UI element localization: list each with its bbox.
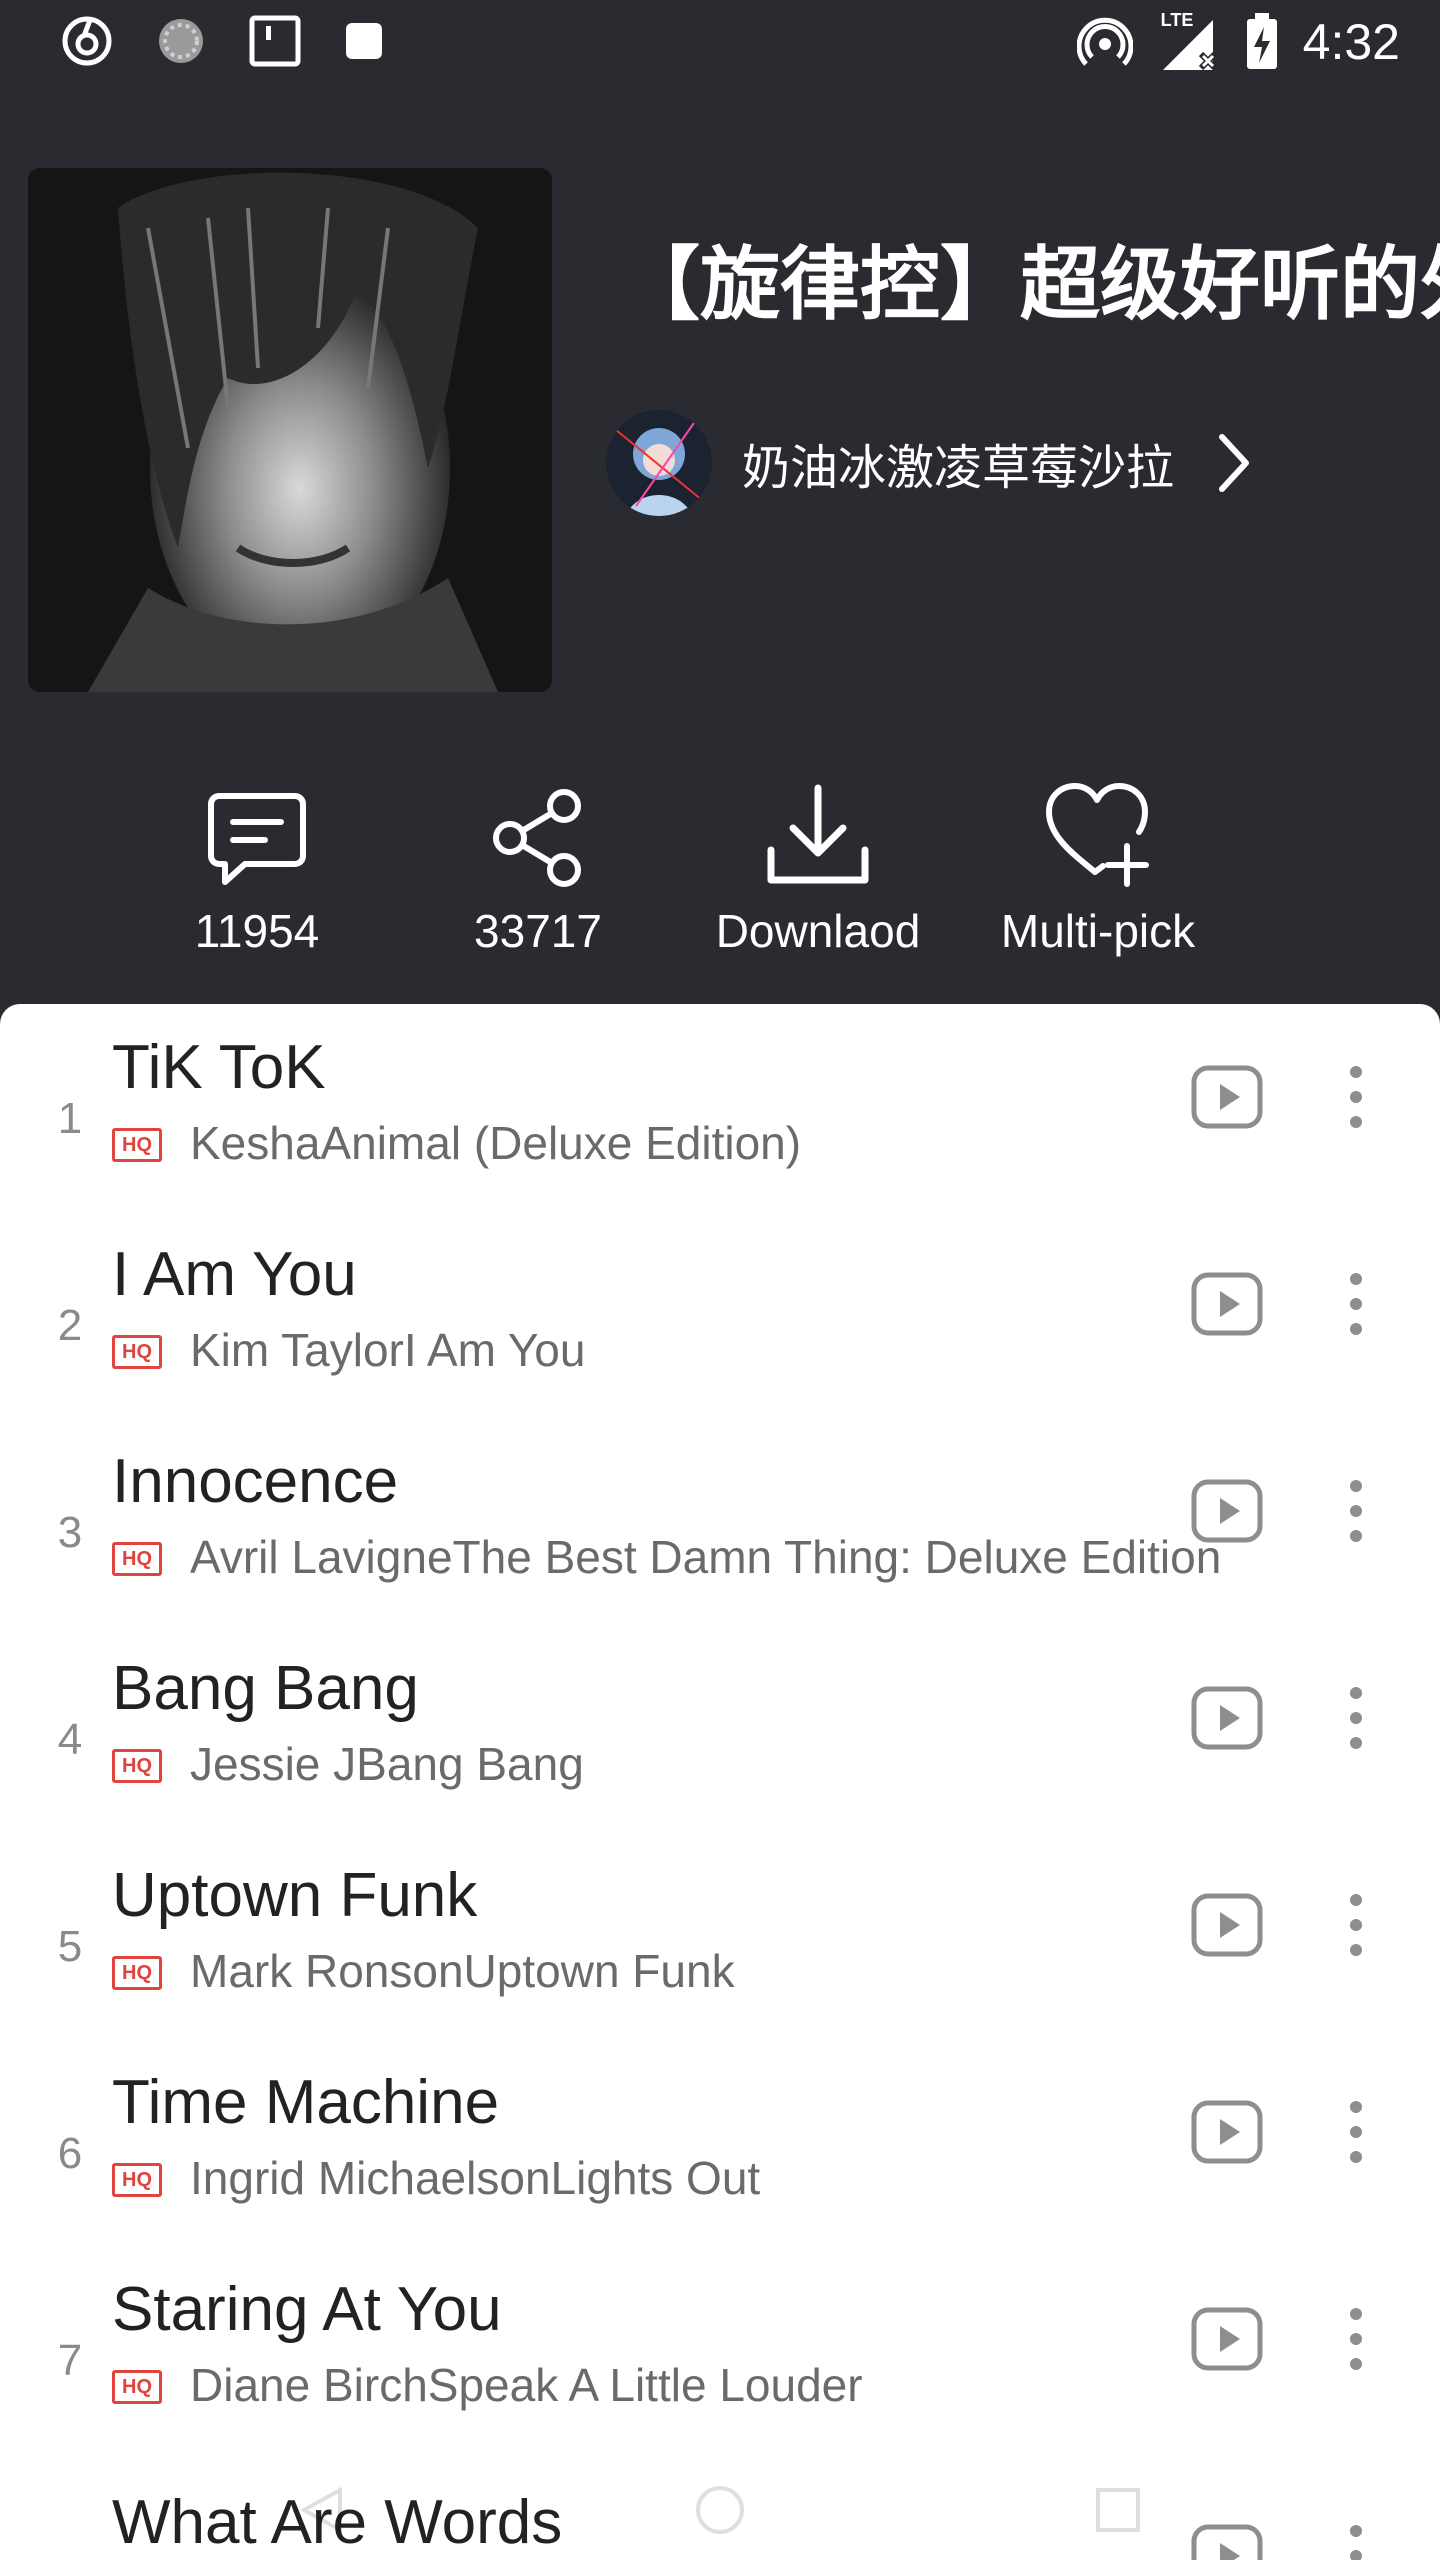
song-row[interactable]: 7 Staring At You HQ Diane BirchSpeak A L… [0, 2246, 1440, 2453]
comment-button[interactable]: 11954 [127, 760, 387, 958]
song-row[interactable]: 6 Time Machine HQ Ingrid MichaelsonLight… [0, 2039, 1440, 2246]
playlist-header: 【旋律控】超级好听的外 奶油冰激凌草莓沙拉 11954 33717 Downla… [0, 90, 1440, 1004]
song-title: Innocence [112, 1447, 399, 1516]
hq-badge: HQ [112, 1542, 162, 1576]
more-options-icon[interactable] [1330, 1685, 1382, 1751]
song-index: 5 [57, 1922, 83, 1971]
song-title: I Am You [112, 1240, 357, 1309]
song-row[interactable]: What Are Words [0, 2453, 1440, 2560]
song-row[interactable]: 5 Uptown Funk HQ Mark RonsonUptown Funk [0, 1832, 1440, 2039]
play-video-icon[interactable] [1190, 1271, 1264, 1337]
song-subtitle: Mark RonsonUptown Funk [190, 1945, 735, 1997]
hotspot-icon [1076, 17, 1133, 66]
play-video-icon[interactable] [1190, 1892, 1264, 1958]
song-index: 4 [57, 1715, 83, 1764]
download-label: Downlaod [715, 905, 921, 957]
netease-music-icon [62, 16, 112, 66]
sd-card-icon [249, 15, 301, 67]
song-row[interactable]: 4 Bang Bang HQ Jessie JBang Bang [0, 1625, 1440, 1832]
heart-plus-icon [1046, 783, 1149, 887]
hq-badge: HQ [112, 2163, 162, 2197]
song-index: 6 [57, 2129, 83, 2178]
action-bar: 11954 33717 Downlaod Multi-pick [0, 760, 1440, 980]
status-bar: LTE 4:32 [0, 0, 1440, 90]
play-video-icon[interactable] [1190, 2523, 1264, 2560]
song-row[interactable]: 1 TiK ToK HQ KeshaAnimal (Deluxe Edition… [0, 1004, 1440, 1211]
download-button[interactable]: Downlaod [688, 760, 948, 958]
multi-pick-button[interactable]: Multi-pick [968, 760, 1228, 958]
hq-badge: HQ [112, 1335, 162, 1369]
song-title: Uptown Funk [112, 1861, 478, 1930]
more-options-icon[interactable] [1330, 2306, 1382, 2372]
share-count: 33717 [474, 905, 602, 957]
more-options-icon[interactable] [1330, 1892, 1382, 1958]
play-video-icon[interactable] [1190, 1685, 1264, 1751]
stop-icon [346, 23, 382, 59]
share-button[interactable]: 33717 [408, 760, 668, 958]
status-time: 4:32 [1302, 14, 1400, 70]
comment-count: 11954 [194, 905, 320, 957]
comment-icon [208, 793, 306, 885]
playlist-title: 【旋律控】超级好听的外 [620, 238, 1440, 331]
hq-badge: HQ [112, 1128, 162, 1162]
signal-icon: LTE [1157, 10, 1221, 74]
creator-avatar[interactable] [606, 410, 712, 516]
play-video-icon[interactable] [1190, 2099, 1264, 2165]
song-index: 3 [57, 1508, 83, 1557]
song-index: 1 [57, 1094, 83, 1143]
song-title: Time Machine [112, 2068, 500, 2137]
song-subtitle: Avril LavigneThe Best Damn Thing: Deluxe… [190, 1531, 1222, 1583]
song-title: Bang Bang [112, 1654, 419, 1723]
album-cover[interactable] [28, 168, 552, 692]
song-subtitle: Jessie JBang Bang [190, 1738, 584, 1790]
more-options-icon[interactable] [1330, 1271, 1382, 1337]
hq-badge: HQ [112, 1749, 162, 1783]
song-row[interactable]: 2 I Am You HQ Kim TaylorI Am You [0, 1211, 1440, 1418]
download-icon [767, 784, 869, 884]
creator-name[interactable]: 奶油冰激凌草莓沙拉 [742, 428, 1174, 498]
loading-icon [159, 19, 203, 63]
song-title: Staring At You [112, 2275, 502, 2344]
chevron-right-icon[interactable] [1214, 431, 1254, 495]
creator-link[interactable]: 奶油冰激凌草莓沙拉 [606, 410, 1254, 516]
song-title: TiK ToK [112, 1033, 326, 1102]
song-title: What Are Words [112, 2488, 563, 2557]
song-index: 7 [57, 2336, 83, 2385]
song-list: 1 TiK ToK HQ KeshaAnimal (Deluxe Edition… [0, 1004, 1440, 2560]
more-options-icon[interactable] [1330, 1064, 1382, 1130]
song-subtitle: Ingrid MichaelsonLights Out [190, 2152, 761, 2204]
play-video-icon[interactable] [1190, 1478, 1264, 1544]
share-icon [493, 789, 581, 887]
song-subtitle: KeshaAnimal (Deluxe Edition) [190, 1117, 802, 1169]
play-video-icon[interactable] [1190, 2306, 1264, 2372]
hq-badge: HQ [112, 1956, 162, 1990]
hq-badge: HQ [112, 2370, 162, 2404]
more-options-icon[interactable] [1330, 2099, 1382, 2165]
song-row[interactable]: 3 Innocence HQ Avril LavigneThe Best Dam… [0, 1418, 1440, 1625]
song-subtitle: Kim TaylorI Am You [190, 1324, 586, 1376]
play-video-icon[interactable] [1190, 1064, 1264, 1130]
song-index: 2 [57, 1301, 83, 1350]
battery-charging-icon [1246, 13, 1277, 69]
multi-pick-label: Multi-pick [1000, 905, 1196, 957]
song-subtitle: Diane BirchSpeak A Little Louder [190, 2359, 863, 2411]
more-options-icon[interactable] [1330, 2523, 1382, 2560]
more-options-icon[interactable] [1330, 1478, 1382, 1544]
